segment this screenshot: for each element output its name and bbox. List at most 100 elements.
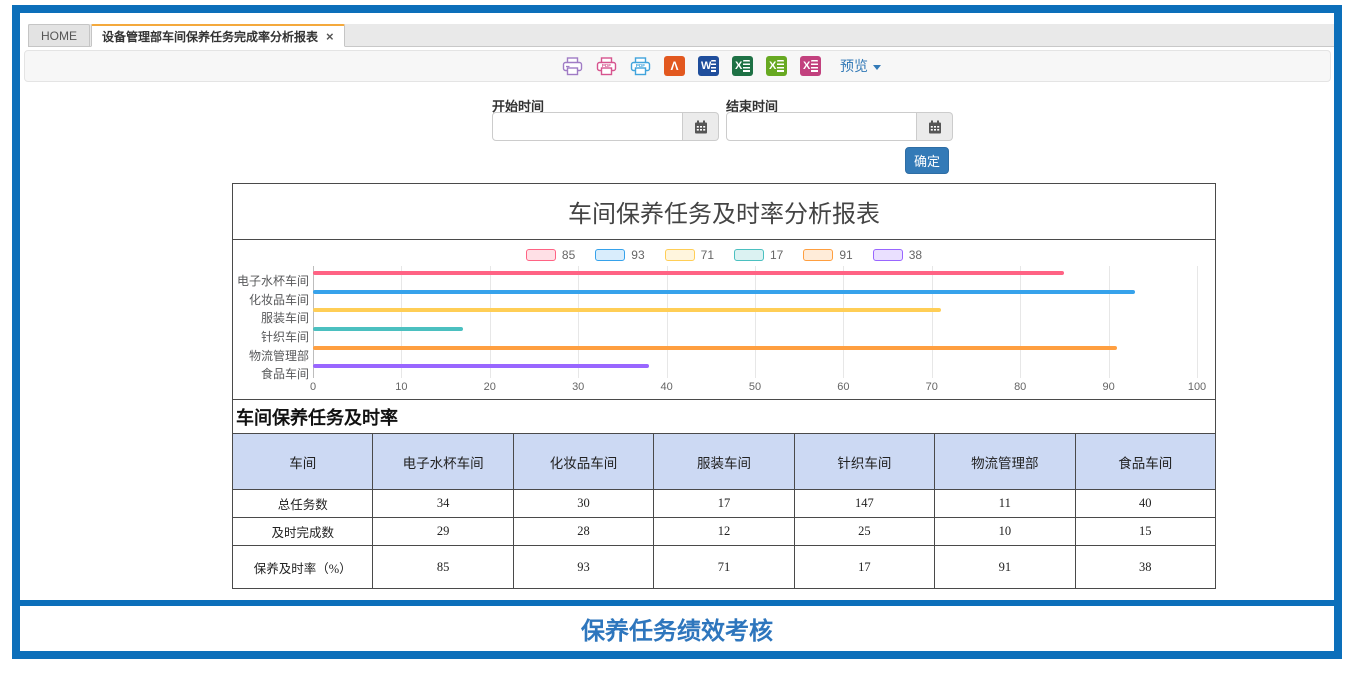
legend-item[interactable]: 17 xyxy=(734,248,783,262)
close-icon[interactable]: × xyxy=(326,30,334,43)
legend-swatch xyxy=(526,249,556,261)
grid-line xyxy=(1109,266,1110,378)
bar-电子水杯车间 xyxy=(313,271,1064,275)
legend-swatch xyxy=(665,249,695,261)
legend-label: 38 xyxy=(909,248,922,262)
y-axis-category-label: 电子水杯车间 xyxy=(237,275,309,287)
print-pdf-pink-icon[interactable]: PDF xyxy=(596,57,617,76)
report-table: 车间电子水杯车间化妆品车间服装车间针织车间物流管理部食品车间总任务数343017… xyxy=(232,433,1216,589)
table-cell: 28 xyxy=(513,518,653,546)
x-axis-tick-label: 90 xyxy=(1102,381,1114,393)
grid-line xyxy=(843,266,844,378)
print-pdf-blue-icon[interactable]: PDF xyxy=(630,57,651,76)
confirm-button[interactable]: 确定 xyxy=(905,147,949,174)
table-cell: 93 xyxy=(513,546,653,589)
legend-item[interactable]: 38 xyxy=(873,248,922,262)
table-header-cell: 针织车间 xyxy=(794,434,934,490)
table-cell: 30 xyxy=(513,490,653,518)
legend-label: 91 xyxy=(839,248,852,262)
table-row: 总任务数3430171471140 xyxy=(233,490,1216,518)
bar-物流管理部 xyxy=(313,346,1117,350)
end-time-input[interactable] xyxy=(726,112,917,141)
table-cell: 71 xyxy=(654,546,794,589)
tab-bar: HOME 设备管理部车间保养任务完成率分析报表 × xyxy=(28,24,1334,47)
table-header-cell: 车间 xyxy=(233,434,373,490)
grid-line xyxy=(1020,266,1021,378)
x-axis-tick-label: 0 xyxy=(310,381,316,393)
legend-item[interactable]: 93 xyxy=(595,248,644,262)
legend-label: 17 xyxy=(770,248,783,262)
table-header-row: 车间电子水杯车间化妆品车间服装车间针织车间物流管理部食品车间 xyxy=(233,434,1216,490)
toolbar: PDF PDF Λ W X X X 预览 xyxy=(24,50,1331,82)
legend-label: 71 xyxy=(701,248,714,262)
grid-line xyxy=(932,266,933,378)
tab-report[interactable]: 设备管理部车间保养任务完成率分析报表 × xyxy=(91,24,345,47)
end-calendar-button[interactable] xyxy=(917,112,953,141)
footer-divider xyxy=(20,600,1334,606)
report-title: 车间保养任务及时率分析报表 xyxy=(232,183,1216,240)
table-row: 保养及时率（%）859371179138 xyxy=(233,546,1216,589)
bar-针织车间 xyxy=(313,327,463,331)
legend-swatch xyxy=(873,249,903,261)
preview-dropdown[interactable]: 预览 xyxy=(840,56,881,76)
start-calendar-button[interactable] xyxy=(683,112,719,141)
y-axis-category-label: 服装车间 xyxy=(237,312,309,324)
grid-line xyxy=(1197,266,1198,378)
pdf-file-icon[interactable]: Λ xyxy=(664,56,685,76)
grid-line xyxy=(401,266,402,378)
table-cell: 38 xyxy=(1075,546,1215,589)
tab-report-label: 设备管理部车间保养任务完成率分析报表 xyxy=(102,28,318,45)
table-header-cell: 服装车间 xyxy=(654,434,794,490)
table-cell: 29 xyxy=(373,518,513,546)
table-header-cell: 物流管理部 xyxy=(935,434,1075,490)
table-cell: 25 xyxy=(794,518,934,546)
legend-swatch xyxy=(803,249,833,261)
excel-file-icon-green[interactable]: X xyxy=(766,56,787,76)
table-cell: 总任务数 xyxy=(233,490,373,518)
legend-item[interactable]: 71 xyxy=(665,248,714,262)
table-cell: 17 xyxy=(794,546,934,589)
tab-home[interactable]: HOME xyxy=(28,24,90,47)
table-cell: 及时完成数 xyxy=(233,518,373,546)
chart-plot-area xyxy=(313,266,1197,378)
bar-食品车间 xyxy=(313,364,649,368)
table-cell: 15 xyxy=(1075,518,1215,546)
legend-swatch xyxy=(734,249,764,261)
table-cell: 10 xyxy=(935,518,1075,546)
print-icon[interactable] xyxy=(562,57,583,76)
calendar-icon xyxy=(928,120,942,134)
table-cell: 12 xyxy=(654,518,794,546)
x-axis-tick-label: 40 xyxy=(660,381,672,393)
tab-home-label: HOME xyxy=(41,29,77,43)
excel-file-icon-dark[interactable]: X xyxy=(732,56,753,76)
table-cell: 11 xyxy=(935,490,1075,518)
table-header-cell: 电子水杯车间 xyxy=(373,434,513,490)
x-axis-tick-label: 50 xyxy=(749,381,761,393)
grid-line xyxy=(490,266,491,378)
x-axis-tick-label: 60 xyxy=(837,381,849,393)
preview-label: 预览 xyxy=(840,56,868,76)
bar-化妆品车间 xyxy=(313,290,1135,294)
table-section-title: 车间保养任务及时率 xyxy=(232,400,1216,433)
grid-line xyxy=(755,266,756,378)
legend-item[interactable]: 91 xyxy=(803,248,852,262)
report-container: 车间保养任务及时率分析报表 85 93 71 17 91 38 0 10 20 30 4… xyxy=(232,183,1216,589)
svg-text:PDF: PDF xyxy=(602,63,611,68)
table-cell: 147 xyxy=(794,490,934,518)
table-cell: 91 xyxy=(935,546,1075,589)
legend-item[interactable]: 85 xyxy=(526,248,575,262)
table-cell: 17 xyxy=(654,490,794,518)
grid-line xyxy=(667,266,668,378)
x-axis-tick-label: 70 xyxy=(926,381,938,393)
x-axis-tick-label: 10 xyxy=(395,381,407,393)
table-header-cell: 食品车间 xyxy=(1075,434,1215,490)
maintenance-rate-chart: 85 93 71 17 91 38 0102030405060708090100… xyxy=(232,240,1216,400)
word-file-icon[interactable]: W xyxy=(698,56,719,76)
x-axis-tick-label: 80 xyxy=(1014,381,1026,393)
start-time-input[interactable] xyxy=(492,112,683,141)
calendar-icon xyxy=(694,120,708,134)
y-axis-category-label: 物流管理部 xyxy=(237,350,309,362)
x-axis-tick-label: 20 xyxy=(484,381,496,393)
chart-legend: 85 93 71 17 91 38 xyxy=(233,248,1215,262)
excel-file-icon-pink[interactable]: X xyxy=(800,56,821,76)
